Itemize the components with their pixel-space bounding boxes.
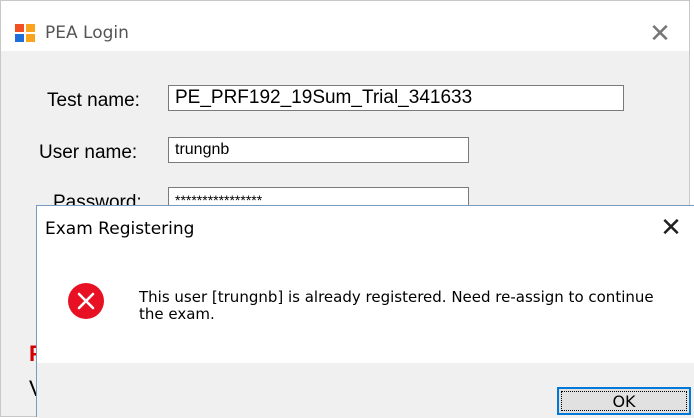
exam-registering-dialog: Exam Registering ✕ This user [trungnb] i… — [36, 205, 694, 418]
ok-button[interactable]: OK — [557, 387, 691, 415]
error-icon — [68, 283, 104, 319]
dialog-footer: OK — [37, 363, 694, 418]
dialog-message: This user [trungnb] is already registere… — [139, 288, 654, 323]
login-close-icon[interactable]: ✕ — [645, 19, 675, 49]
focus-ring — [561, 391, 687, 411]
app-window-icon — [15, 24, 35, 42]
dialog-title: Exam Registering — [45, 219, 195, 239]
dialog-body: This user [trungnb] is already registere… — [37, 246, 694, 363]
login-window-title: PEA Login — [45, 23, 129, 43]
login-titlebar[interactable]: PEA Login ✕ — [1, 1, 689, 51]
dialog-titlebar[interactable]: Exam Registering ✕ — [37, 206, 694, 246]
test-name-label: Test name: — [47, 90, 140, 111]
user-name-field[interactable]: trungnb — [168, 137, 469, 163]
test-name-field[interactable]: PE_PRF192_19Sum_Trial_341633 — [168, 85, 624, 111]
user-name-label: User name: — [39, 142, 138, 163]
dialog-close-icon[interactable]: ✕ — [656, 213, 686, 243]
